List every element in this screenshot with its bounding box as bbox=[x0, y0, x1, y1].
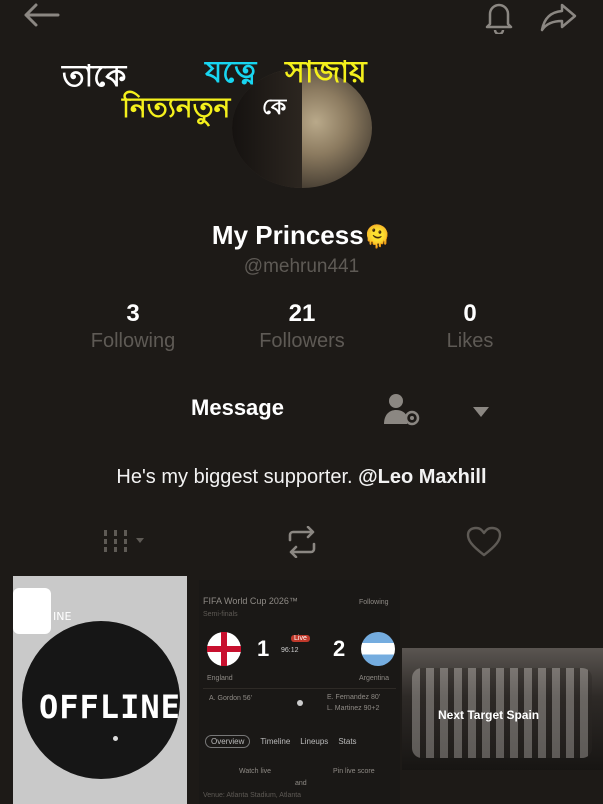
overlay-text-3: সাজায় bbox=[285, 55, 367, 90]
badge-white bbox=[13, 588, 51, 634]
stat-followers-label: Followers bbox=[259, 330, 345, 352]
venue: Venue: Atlanta Stadium, Atlanta bbox=[203, 792, 302, 799]
tab-stats: Stats bbox=[338, 737, 357, 746]
tab-videos-icon[interactable] bbox=[100, 526, 148, 560]
home-team: England bbox=[207, 675, 233, 682]
video-tile-offline[interactable]: INE OFFLINE bbox=[13, 576, 187, 804]
stat-following[interactable]: 3 Following bbox=[63, 300, 203, 353]
watch-live: Watch live bbox=[239, 768, 272, 775]
stat-followers-value: 21 bbox=[288, 300, 316, 327]
offline-badge-text: INE bbox=[53, 610, 72, 623]
home-score: 1 bbox=[257, 636, 270, 661]
pin-score: Pin live score bbox=[333, 768, 375, 775]
venue-short: and bbox=[295, 780, 307, 787]
dropdown-chevron-icon[interactable] bbox=[472, 403, 490, 422]
score-follow: Following bbox=[359, 599, 389, 606]
tab-liked-icon[interactable] bbox=[466, 526, 502, 562]
stat-following-label: Following bbox=[90, 330, 176, 352]
overlay-text-4: নিত্যনতুন bbox=[122, 91, 231, 124]
live-badge: Live bbox=[291, 635, 310, 642]
offline-big-text: OFFLINE bbox=[39, 688, 181, 726]
stat-likes-label: Likes bbox=[446, 330, 494, 352]
offline-dot bbox=[113, 736, 118, 741]
away-team: Argentina bbox=[359, 675, 389, 682]
away-scorer-1: E. Fernandez 80' bbox=[327, 694, 381, 701]
argentina-flag-icon bbox=[361, 632, 395, 666]
back-icon[interactable] bbox=[22, 2, 60, 28]
stat-likes[interactable]: 0 Likes bbox=[400, 300, 540, 353]
name-emoji-icon: 🫠 bbox=[363, 224, 392, 249]
divider bbox=[203, 688, 396, 689]
home-scorer: A. Gordon 56' bbox=[209, 695, 252, 702]
bio: He's my biggest supporter. @Leo Maxhill bbox=[0, 466, 603, 489]
overlay-text-1: তাকে bbox=[62, 59, 127, 94]
score-sub: Semi-finals bbox=[203, 611, 238, 618]
england-flag-icon bbox=[207, 632, 241, 666]
tab-lineups: Lineups bbox=[300, 737, 329, 746]
bio-mention-link[interactable]: @Leo Maxhill bbox=[358, 466, 486, 488]
tab-reposts-icon[interactable] bbox=[284, 525, 320, 562]
profile-name: My Princess🫠 bbox=[0, 220, 603, 251]
bell-icon[interactable] bbox=[484, 0, 514, 34]
tab-overview: Overview bbox=[205, 735, 251, 748]
video-tile-score[interactable]: FIFA World Cup 2026™ Following Semi-fina… bbox=[199, 580, 400, 804]
away-scorer-2: L. Martinez 90+2 bbox=[327, 705, 380, 712]
ball-icon bbox=[297, 700, 303, 706]
video-tile-team[interactable]: Next Target Spain bbox=[402, 648, 603, 770]
tab-timeline: Timeline bbox=[260, 737, 291, 746]
stat-followers[interactable]: 21 Followers bbox=[232, 300, 372, 353]
score-tabs: Overview Timeline Lineups Stats bbox=[205, 735, 357, 748]
score-title: FIFA World Cup 2026™ bbox=[203, 596, 298, 606]
overlay-text-5: কে bbox=[262, 95, 287, 120]
message-button[interactable]: Message bbox=[150, 395, 325, 421]
profile-handle: @mehrun441 bbox=[243, 256, 360, 277]
bio-text: He's my biggest supporter. bbox=[116, 466, 353, 488]
team-caption: Next Target Spain bbox=[438, 708, 540, 722]
share-icon[interactable] bbox=[540, 2, 578, 32]
stat-likes-value: 0 bbox=[463, 300, 477, 327]
profile-name-text: My Princess bbox=[211, 220, 364, 250]
away-score: 2 bbox=[333, 636, 346, 661]
match-minute: 96:12 bbox=[281, 647, 299, 654]
stat-following-value: 3 bbox=[126, 300, 140, 327]
add-friend-icon[interactable] bbox=[382, 392, 424, 432]
